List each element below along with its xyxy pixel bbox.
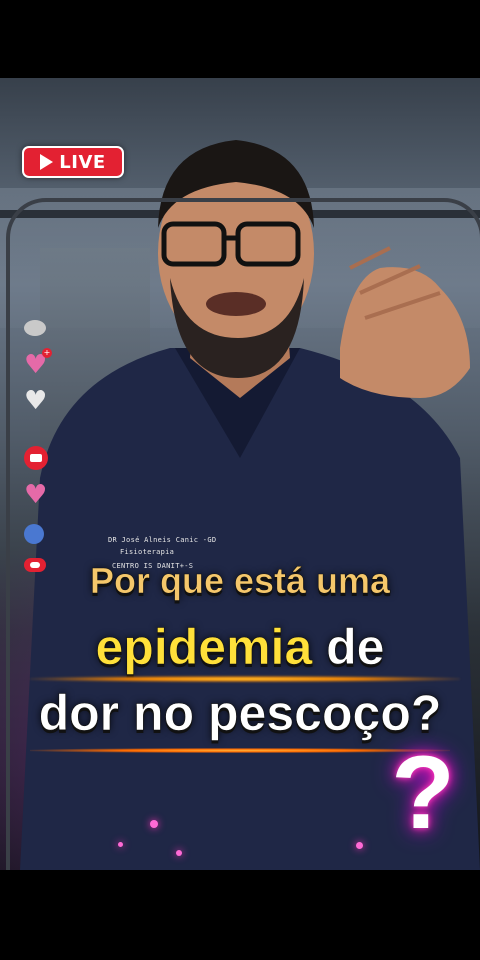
glow-underline-1 (30, 676, 460, 682)
scrub-embroidery-title: Fisioterapia (120, 548, 175, 556)
live-badge: LIVE (22, 146, 124, 178)
live-label: LIVE (59, 151, 106, 173)
heart-plus-icon[interactable]: ♥ + (24, 348, 52, 378)
caption-line-3: dor no pescoço? (38, 685, 442, 742)
sparkle-icon (150, 820, 158, 828)
neon-question-mark-icon: ? (391, 735, 455, 851)
caption-highlight: epidemia (95, 619, 313, 676)
video-icon[interactable] (24, 446, 48, 470)
caption-line-2: epidemia de (0, 618, 480, 676)
heart-pink-icon[interactable]: ♥ (24, 482, 47, 508)
heart-white-icon[interactable]: ♥ (24, 388, 47, 414)
profile-dot-icon[interactable] (24, 524, 44, 544)
play-icon (40, 154, 54, 170)
comment-icon[interactable] (24, 320, 46, 336)
caption-line-2-rest: de (312, 619, 385, 676)
sparkle-icon (356, 842, 363, 849)
sparkle-icon (176, 850, 182, 856)
caption-line-1: Por que está uma (89, 560, 391, 602)
scrub-embroidery-name: DR José Alneis Canic -GD (108, 536, 217, 544)
sparkle-icon (118, 842, 123, 847)
